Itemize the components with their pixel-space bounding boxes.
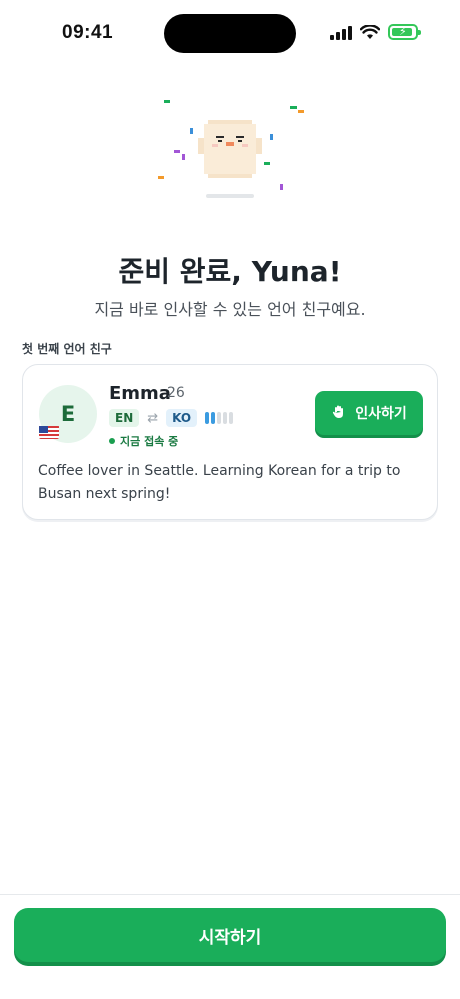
section-label: 첫 번째 언어 친구 <box>22 342 112 356</box>
us-flag-icon <box>39 425 59 439</box>
online-dot-icon <box>109 438 115 444</box>
friend-age: 26 <box>167 385 185 401</box>
language-level-meter <box>205 411 234 425</box>
status-bar: 09:41 ⚡ <box>0 0 460 66</box>
page-subtitle: 지금 바로 인사할 수 있는 언어 친구예요. <box>94 300 366 319</box>
level-bar <box>223 412 228 424</box>
status-icons: ⚡ <box>330 24 421 40</box>
page-title: 준비 완료, Yuna! <box>118 255 342 288</box>
level-bar <box>211 412 216 424</box>
swap-arrows-icon: ⇄ <box>147 410 159 426</box>
greet-button[interactable]: 인사하기 <box>315 391 423 435</box>
online-status: 지금 접속 중 <box>109 433 178 449</box>
greet-button-label: 인사하기 <box>355 405 407 421</box>
status-time: 09:41 <box>62 22 114 43</box>
level-bar <box>229 412 234 424</box>
signal-icon <box>330 25 352 40</box>
online-status-text: 지금 접속 중 <box>120 435 179 448</box>
friend-name: Emma <box>109 383 171 404</box>
battery-charging-icon: ⚡ <box>388 24 421 40</box>
learning-language-chip: KO <box>166 409 198 427</box>
start-button[interactable]: 시작하기 <box>14 908 446 962</box>
dynamic-island <box>164 14 296 53</box>
mascot-illustration <box>150 88 310 208</box>
native-language-chip: EN <box>109 409 140 427</box>
friend-bio: Coffee lover in Seattle. Learning Korean… <box>38 463 401 502</box>
level-bar <box>205 412 210 424</box>
level-bar <box>217 412 222 424</box>
friend-card[interactable]: E Emma 26 EN ⇄ KO 지금 접속 중 인사하기 Coffee lo… <box>22 364 438 520</box>
wifi-icon <box>360 24 380 39</box>
language-row: EN ⇄ KO <box>109 409 234 427</box>
bottom-divider <box>0 894 460 895</box>
waving-hand-icon <box>331 404 347 423</box>
